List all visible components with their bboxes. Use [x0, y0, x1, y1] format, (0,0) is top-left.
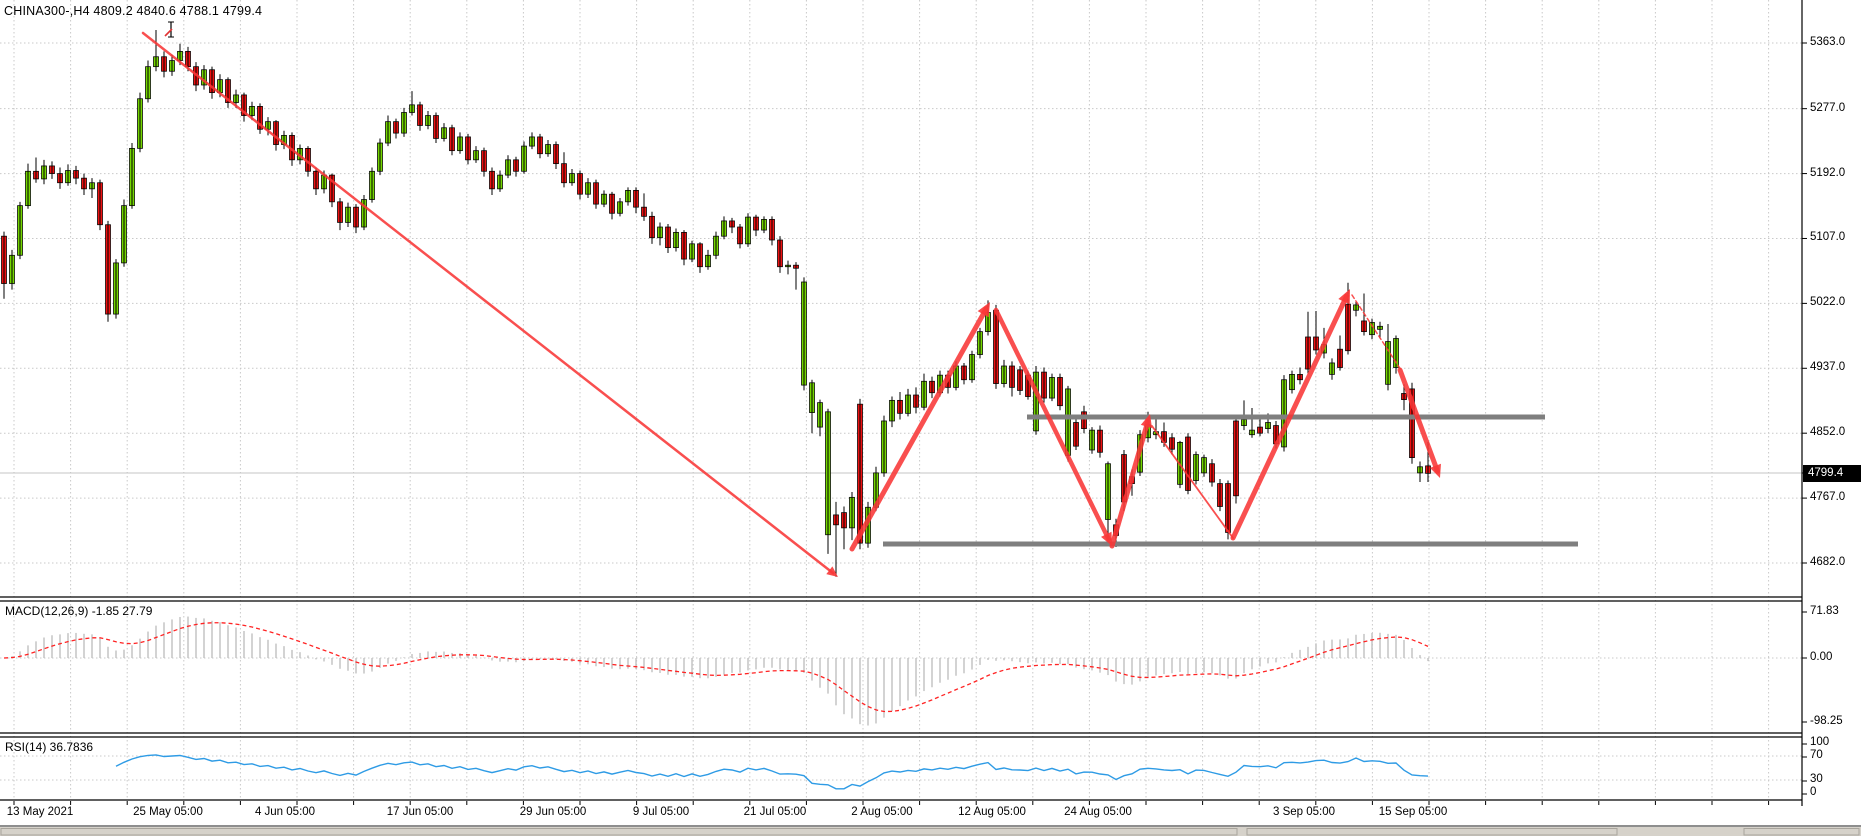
time-axis-label: 2 Aug 05:00 — [851, 806, 912, 818]
time-axis-label: 25 May 05:00 — [133, 806, 203, 818]
rsi-scale-label: 0 — [1810, 787, 1816, 798]
long-downtrend-arrow — [143, 33, 833, 573]
impulse-down-arrow-1 — [996, 310, 1109, 540]
candlestick-chart-canvas[interactable] — [0, 0, 1861, 836]
price-axis-label: 5107.0 — [1810, 231, 1845, 243]
rsi-indicator-label: RSI(14) 36.7836 — [5, 740, 93, 754]
symbol-ohlc-header: CHINA300-,H4 4809.2 4840.6 4788.1 4799.4 — [4, 4, 262, 18]
final-down-arrow-head — [1430, 464, 1441, 478]
thin-connector-down — [1152, 426, 1233, 538]
macd-indicator-label: MACD(12,26,9) -1.85 27.79 — [5, 604, 152, 618]
time-axis-label: 9 Jul 05:00 — [633, 806, 689, 818]
mt4-chart-window: CHINA300-,H4 4809.2 4840.6 4788.1 4799.4… — [0, 0, 1861, 836]
macd-scale-label: 0.00 — [1810, 651, 1832, 663]
rsi-scale-label: 100 — [1810, 737, 1829, 748]
price-axis-label: 4937.0 — [1810, 361, 1845, 373]
price-axis-label: 4767.0 — [1810, 491, 1845, 503]
final-down-arrow — [1400, 370, 1438, 471]
time-axis-label: 21 Jul 05:00 — [744, 806, 807, 818]
time-axis-label: 29 Jun 05:00 — [520, 806, 587, 818]
current-price-tag: 4799.4 — [1803, 465, 1861, 482]
time-axis-label: 17 Jun 05:00 — [387, 806, 454, 818]
price-axis-label: 5277.0 — [1810, 102, 1845, 114]
time-axis-label: 13 May 2021 — [7, 806, 74, 818]
resistance-line — [1027, 415, 1545, 420]
time-axis-label: 3 Sep 05:00 — [1273, 806, 1335, 818]
price-axis-label: 5192.0 — [1810, 167, 1845, 179]
time-axis-label: 15 Sep 05:00 — [1379, 806, 1447, 818]
macd-scale-label: -98.25 — [1810, 715, 1843, 727]
price-axis-label: 5022.0 — [1810, 296, 1845, 308]
rsi-scale-label: 30 — [1810, 774, 1823, 785]
time-axis-label: 4 Jun 05:00 — [255, 806, 315, 818]
macd-scale-label: 71.83 — [1810, 605, 1839, 617]
impulse-up-arrow-2 — [1112, 421, 1148, 546]
time-axis-label: 24 Aug 05:00 — [1064, 806, 1132, 818]
candles — [2, 51, 1431, 543]
support-line — [883, 542, 1578, 547]
rsi-scale-label: 70 — [1810, 750, 1823, 761]
price-axis-label: 5363.0 — [1810, 36, 1845, 48]
rsi-line — [116, 755, 1428, 789]
price-axis-label: 4682.0 — [1810, 556, 1845, 568]
time-axis-label: 12 Aug 05:00 — [958, 806, 1026, 818]
price-axis-label: 4852.0 — [1810, 426, 1845, 438]
